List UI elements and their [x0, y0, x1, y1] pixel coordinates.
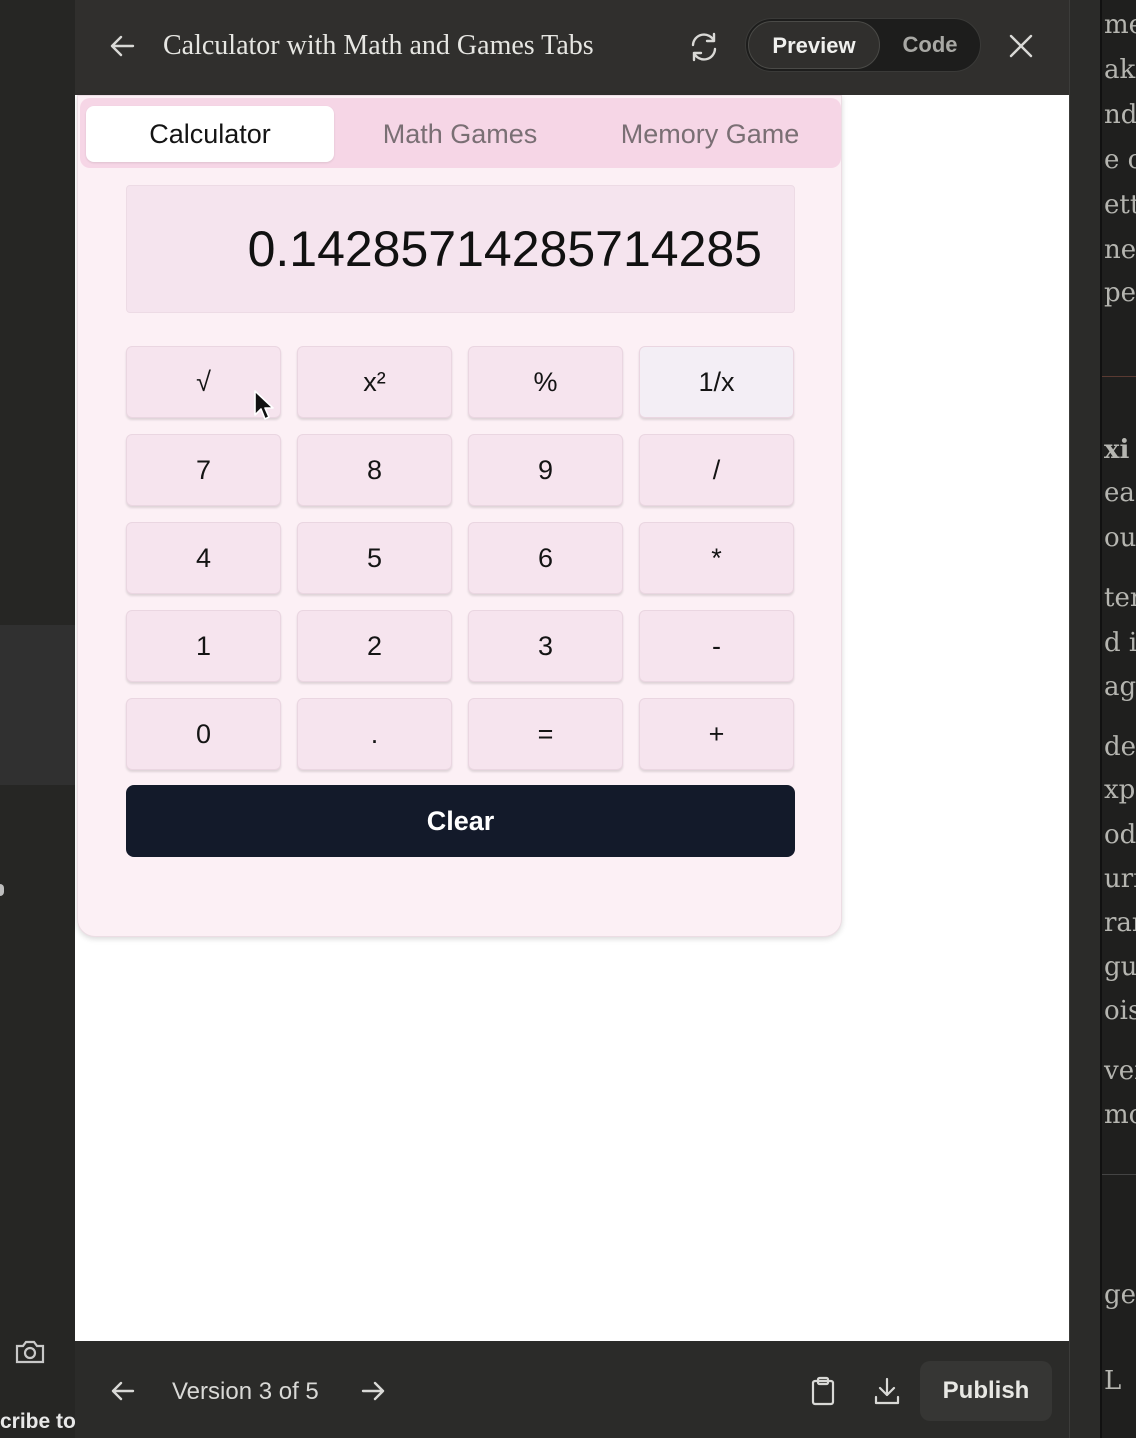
background-text-fragment: xpr: [1104, 775, 1136, 805]
background-text-fragment: ran: [1104, 908, 1136, 938]
preview-area: Calculator Math Games Memory Game 0.1428…: [75, 95, 1070, 1341]
digit-9-button[interactable]: 9: [468, 434, 623, 506]
digit-6-button[interactable]: 6: [468, 522, 623, 594]
background-text-fragment: des: [1104, 732, 1136, 762]
refresh-icon[interactable]: [685, 28, 723, 66]
background-text-fragment: me: [1104, 10, 1136, 40]
calculator-display: 0.14285714285714285: [126, 185, 795, 313]
divider: [1102, 376, 1136, 377]
background-text-fragment: pen: [1104, 278, 1136, 308]
background-text-fragment: mo: [1104, 1100, 1136, 1130]
preview-toggle-button[interactable]: Preview: [748, 21, 880, 69]
background-text-fragment: urn: [1104, 864, 1136, 894]
panel-edge: [1069, 0, 1070, 1438]
camera-icon[interactable]: [14, 1338, 46, 1366]
close-icon[interactable]: [1003, 28, 1039, 64]
digit-2-button[interactable]: 2: [297, 610, 452, 682]
tab-math-games[interactable]: Math Games: [336, 106, 584, 162]
square-button[interactable]: x²: [297, 346, 452, 418]
background-text-fragment: ead: [1104, 478, 1136, 508]
next-version-icon[interactable]: [357, 1375, 389, 1407]
left-background-band: [0, 625, 75, 785]
subtract-button[interactable]: -: [639, 610, 794, 682]
background-text-fragment: ver: [1104, 1056, 1136, 1086]
display-value: 0.14285714285714285: [247, 221, 762, 277]
tab-memory-game[interactable]: Memory Game: [586, 106, 834, 162]
divide-button[interactable]: /: [639, 434, 794, 506]
background-text-fragment: nd: [1104, 100, 1136, 130]
divider: [1102, 1174, 1136, 1175]
digit-0-button[interactable]: 0: [126, 698, 281, 770]
arrow-left-icon[interactable]: [105, 28, 141, 64]
panel-header: Calculator with Math and Games Tabs Prev…: [75, 0, 1070, 95]
digit-7-button[interactable]: 7: [126, 434, 281, 506]
equals-button[interactable]: =: [468, 698, 623, 770]
decimal-button[interactable]: .: [297, 698, 452, 770]
left-background: [0, 0, 75, 1438]
background-text-fragment: ag: [1104, 672, 1136, 702]
background-text: cribe to: [0, 1410, 76, 1433]
background-text-fragment: oisc: [1104, 996, 1136, 1026]
background-text-fragment: ge: [1104, 1280, 1136, 1310]
tab-bar: Calculator Math Games Memory Game: [80, 98, 841, 168]
artifact-title: Calculator with Math and Games Tabs: [163, 30, 594, 61]
previous-version-icon[interactable]: [107, 1375, 139, 1407]
background-text-fragment: d i: [1104, 628, 1136, 658]
digit-3-button[interactable]: 3: [468, 610, 623, 682]
digit-5-button[interactable]: 5: [297, 522, 452, 594]
right-background: me aki nd e c ett ner pen xi ead oulc ter d i ag des x…: [1100, 0, 1136, 1438]
left-edge-marker: [0, 884, 4, 896]
panel-footer: Version 3 of 5 Publish: [75, 1341, 1070, 1438]
background-text-fragment: ett: [1104, 190, 1136, 220]
multiply-button[interactable]: *: [639, 522, 794, 594]
artifact-panel: Calculator with Math and Games Tabs Prev…: [75, 0, 1070, 1438]
background-text-fragment: gu: [1104, 952, 1136, 982]
digit-8-button[interactable]: 8: [297, 434, 452, 506]
background-text-fragment: oulc: [1104, 523, 1136, 553]
clipboard-icon[interactable]: [808, 1375, 838, 1407]
background-text-fragment: xi: [1104, 435, 1130, 465]
background-text-fragment: L: [1104, 1366, 1122, 1396]
code-toggle-button[interactable]: Code: [882, 21, 978, 69]
calculator-card: Calculator Math Games Memory Game 0.1428…: [77, 95, 842, 937]
digit-1-button[interactable]: 1: [126, 610, 281, 682]
digit-4-button[interactable]: 4: [126, 522, 281, 594]
background-text-fragment: odc: [1104, 820, 1136, 850]
percent-button[interactable]: %: [468, 346, 623, 418]
publish-button[interactable]: Publish: [920, 1361, 1052, 1421]
mouse-cursor-icon: [253, 389, 275, 423]
view-toggle: Preview Code: [745, 18, 981, 72]
reciprocal-button[interactable]: 1/x: [639, 346, 794, 418]
download-icon[interactable]: [872, 1375, 902, 1407]
background-text-fragment: e c: [1104, 145, 1136, 175]
tab-calculator[interactable]: Calculator: [86, 106, 334, 162]
background-text-fragment: ner: [1104, 235, 1136, 265]
version-label: Version 3 of 5: [172, 1378, 319, 1405]
background-text-fragment: ter: [1104, 583, 1136, 613]
background-text-fragment: aki: [1104, 55, 1136, 85]
clear-button[interactable]: Clear: [126, 785, 795, 857]
add-button[interactable]: +: [639, 698, 794, 770]
